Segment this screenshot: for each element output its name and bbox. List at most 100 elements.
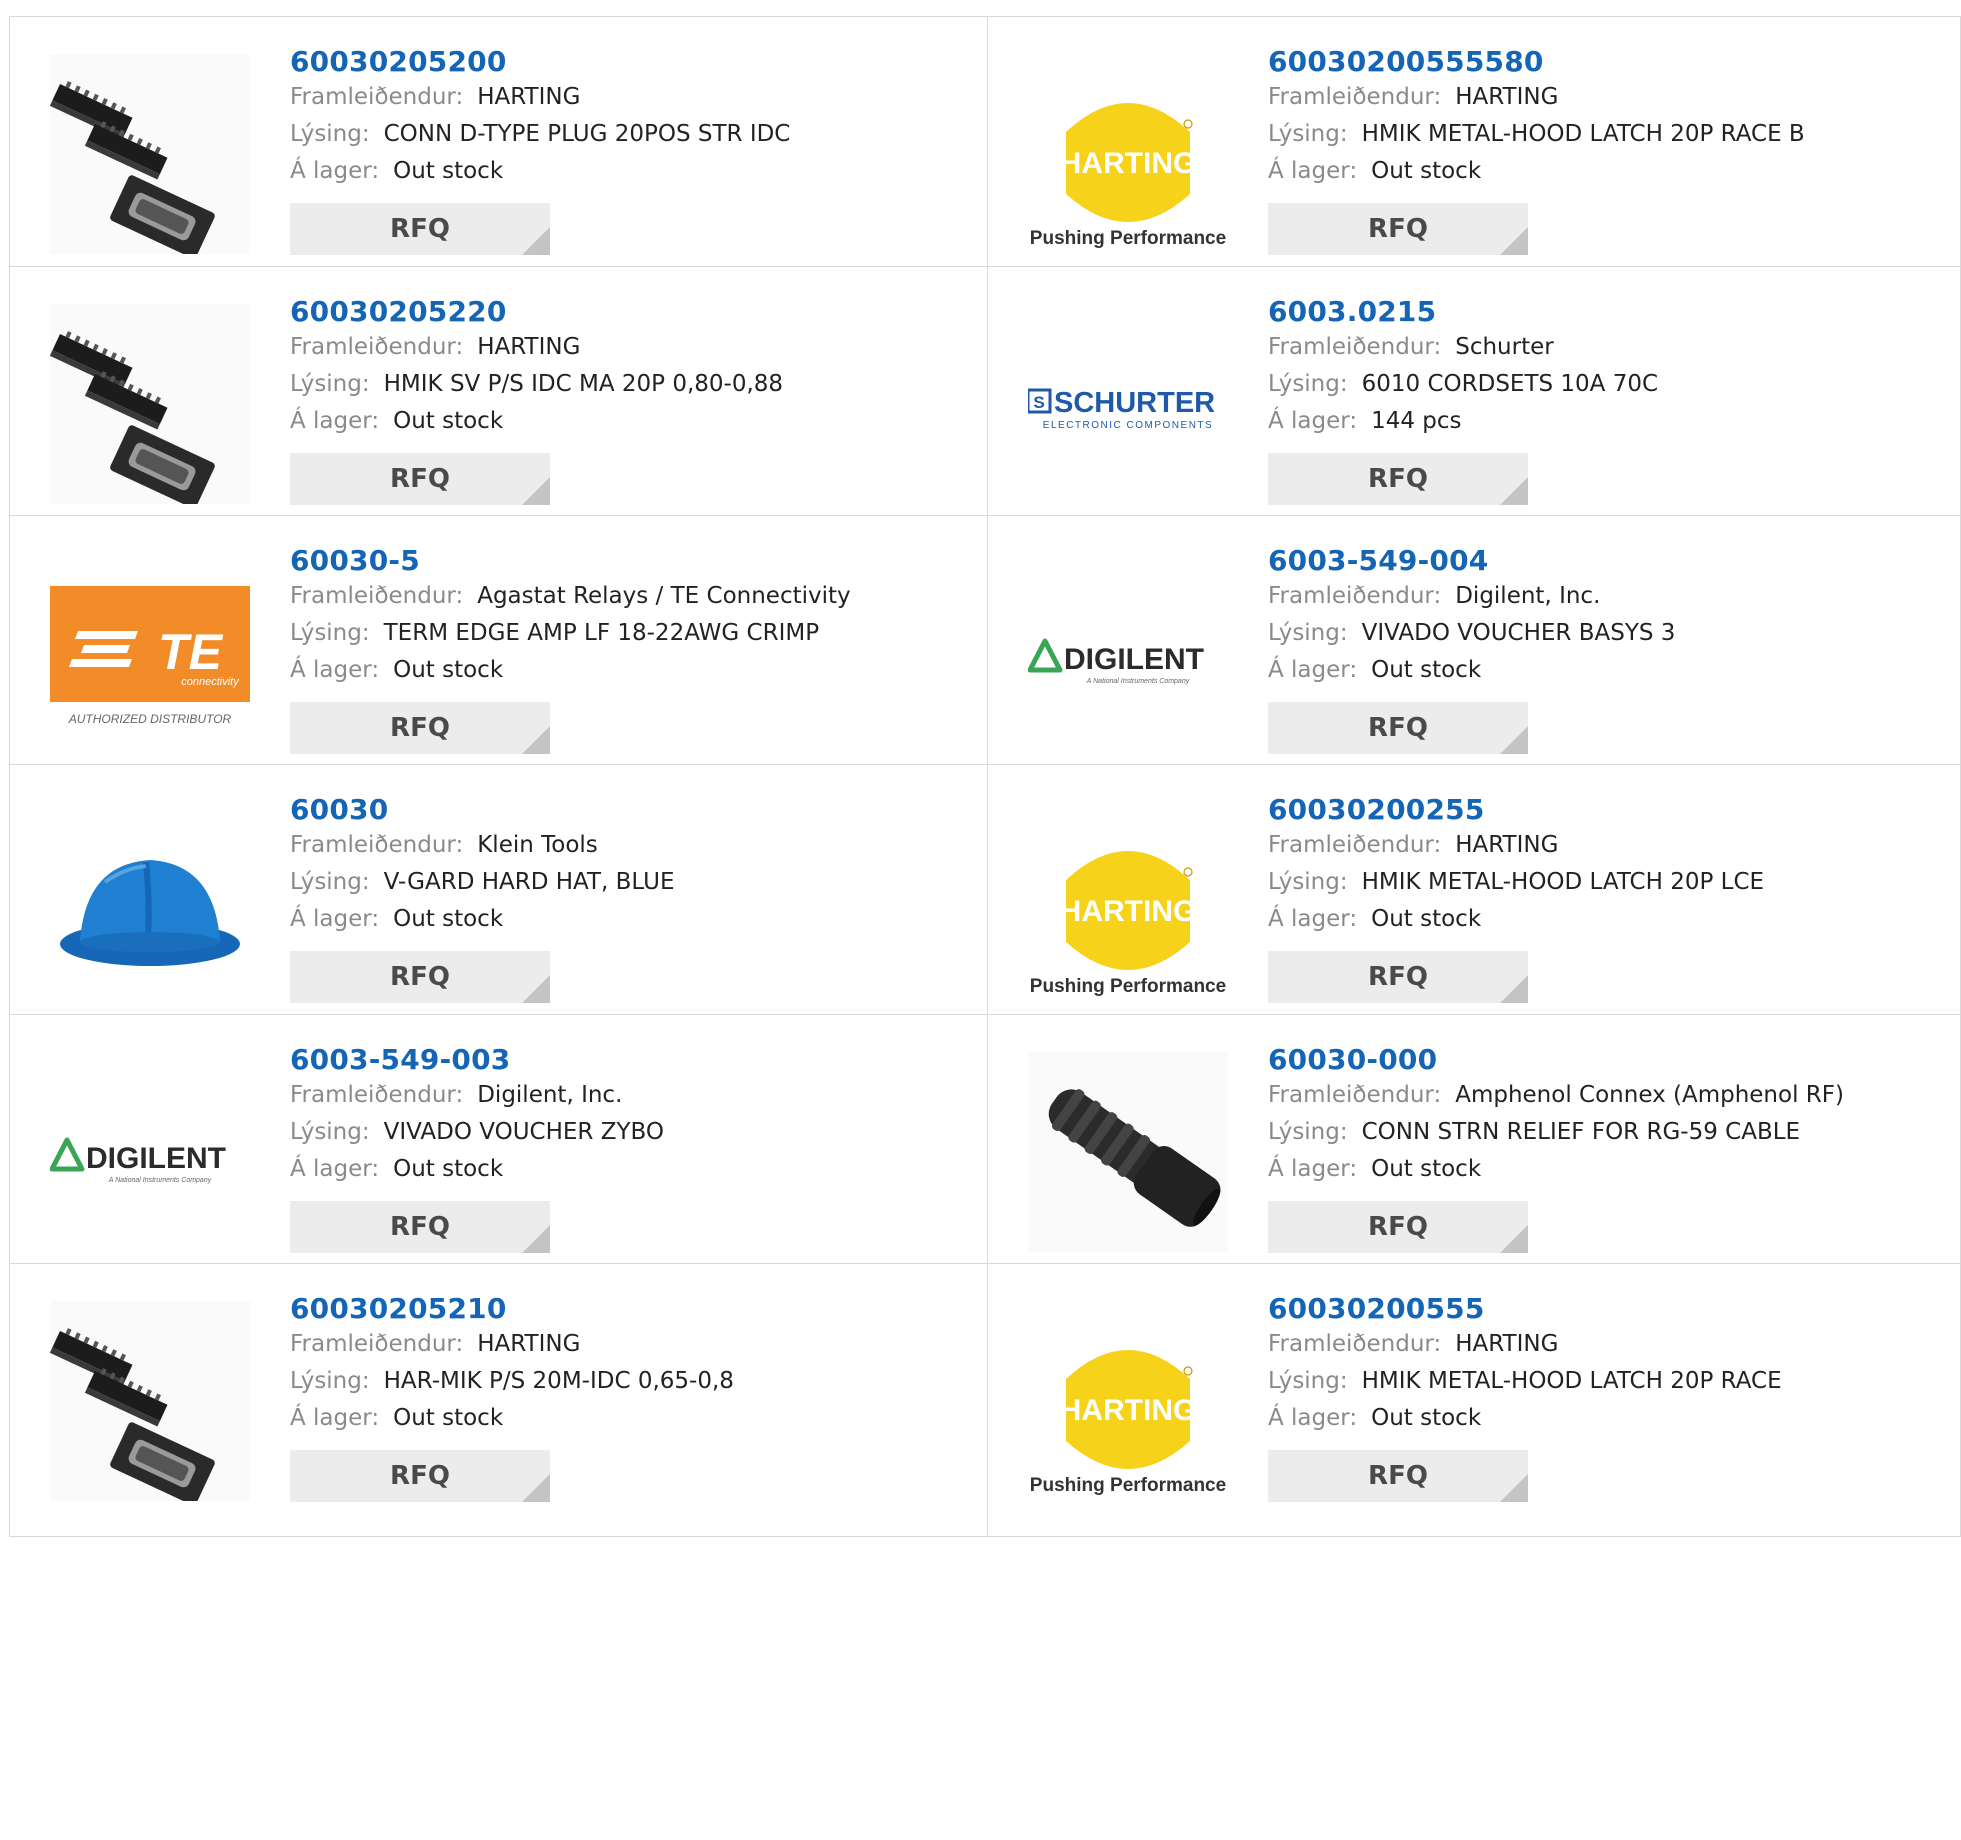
schurter-logo: S SCHURTER ELECTRONIC COMPONENTS [1028,304,1228,504]
harting-logo: HARTING Pushing Performance [1028,1301,1228,1501]
description-line: Lýsing: V-GARD HARD HAT, BLUE [290,864,674,901]
product-thumbnail[interactable]: HARTING Pushing Performance [1028,1301,1228,1501]
connector-image [50,54,250,254]
product-thumbnail[interactable]: DIGILENT A National Instruments Company [50,1052,250,1252]
product-info: 6003-549-003 Framleiðendur: Digilent, Inc… [290,1043,664,1253]
manufacturer-value: Agastat Relays / TE Connectivity [477,583,851,609]
product-card: 60030-000 Framleiðendur: Amphenol Connex … [987,1015,1960,1287]
product-thumbnail[interactable] [1028,1052,1228,1252]
product-thumbnail[interactable]: S SCHURTER ELECTRONIC COMPONENTS [1028,304,1228,504]
description-label: Lýsing: [290,1119,370,1145]
rfq-label: RFQ [390,962,450,992]
product-thumbnail[interactable] [50,1301,250,1501]
schurter-sub-text: ELECTRONIC COMPONENTS [1043,420,1213,431]
rfq-button[interactable]: RFQ [1268,1201,1528,1253]
part-number-link[interactable]: 6003-549-004 [1268,544,1675,578]
description-line: Lýsing: CONN D-TYPE PLUG 20POS STR IDC [290,116,790,153]
rfq-button[interactable]: RFQ [290,951,550,1003]
stock-value: Out stock [393,158,504,184]
description-line: Lýsing: CONN STRN RELIEF FOR RG-59 CABLE [1268,1114,1844,1151]
part-number-link[interactable]: 60030 [290,793,674,827]
hard-hat-image [50,802,250,1002]
manufacturer-label: Framleiðendur: [1268,1331,1442,1357]
description-value: HAR-MIK P/S 20M-IDC 0,65-0,8 [383,1368,734,1394]
stock-label: Á lager: [1268,1405,1358,1431]
rfq-label: RFQ [390,214,450,244]
part-number-link[interactable]: 60030205210 [290,1292,734,1326]
stock-value: Out stock [1371,1156,1482,1182]
stock-label: Á lager: [290,408,380,434]
stock-value: Out stock [393,1156,504,1182]
manufacturer-value: Schurter [1455,334,1554,360]
manufacturer-label: Framleiðendur: [1268,1082,1442,1108]
rfq-button[interactable]: RFQ [290,453,550,505]
rfq-button[interactable]: RFQ [290,203,550,255]
part-number-link[interactable]: 60030205220 [290,295,783,329]
stock-label: Á lager: [290,1156,380,1182]
digilent-logo: DIGILENT A National Instruments Company [50,1052,250,1252]
rfq-button[interactable]: RFQ [1268,951,1528,1003]
part-number-link[interactable]: 60030-000 [1268,1043,1844,1077]
product-info: 6003-549-004 Framleiðendur: Digilent, Inc… [1268,544,1675,754]
manufacturer-value: HARTING [477,84,581,110]
manufacturer-value: HARTING [1455,84,1559,110]
part-number-link[interactable]: 60030-5 [290,544,851,578]
rfq-button[interactable]: RFQ [1268,203,1528,255]
rfq-button[interactable]: RFQ [1268,1450,1528,1502]
product-thumbnail[interactable] [50,54,250,254]
manufacturer-line: Framleiðendur: HARTING [290,79,790,116]
product-info: 60030-000 Framleiðendur: Amphenol Connex … [1268,1043,1844,1253]
product-card: 60030205210 Framleiðendur: HARTING Lýsing… [10,1264,987,1536]
part-number-link[interactable]: 6003-549-003 [290,1043,664,1077]
product-row: 60030205200 Framleiðendur: HARTING Lýsing… [9,16,1961,290]
harting-tagline: Pushing Performance [1030,976,1226,997]
part-number-link[interactable]: 60030200555580 [1268,45,1805,79]
rfq-button[interactable]: RFQ [1268,453,1528,505]
description-label: Lýsing: [1268,121,1348,147]
part-number-link[interactable]: 60030200255 [1268,793,1764,827]
description-line: Lýsing: HMIK METAL-HOOD LATCH 20P LCE [1268,864,1764,901]
part-number-link[interactable]: 6003.0215 [1268,295,1658,329]
digilent-logo-text: DIGILENT [1064,643,1204,676]
part-number-link[interactable]: 60030200555 [1268,1292,1782,1326]
product-thumbnail[interactable]: DIGILENT A National Instruments Company [1028,553,1228,753]
product-row: 60030205210 Framleiðendur: HARTING Lýsing… [9,1263,1961,1537]
description-value: HMIK METAL-HOOD LATCH 20P RACE B [1361,121,1805,147]
manufacturer-line: Framleiðendur: Agastat Relays / TE Connec… [290,578,851,615]
description-line: Lýsing: HAR-MIK P/S 20M-IDC 0,65-0,8 [290,1363,734,1400]
product-thumbnail[interactable] [50,304,250,504]
connector-image [50,304,250,504]
product-row: DIGILENT A National Instruments Company … [9,1014,1961,1288]
harting-logo-text: HARTING [1060,1394,1197,1427]
description-label: Lýsing: [1268,1368,1348,1394]
corner-decoration [1500,227,1528,255]
part-number-link[interactable]: 60030205200 [290,45,790,79]
rfq-button[interactable]: RFQ [290,1201,550,1253]
product-info: 60030200255 Framleiðendur: HARTING Lýsing… [1268,793,1764,1003]
harting-logo: HARTING Pushing Performance [1028,54,1228,254]
rfq-button[interactable]: RFQ [290,1450,550,1502]
rfq-button[interactable]: RFQ [1268,702,1528,754]
description-label: Lýsing: [290,121,370,147]
product-card: DIGILENT A National Instruments Company … [10,1015,987,1287]
product-info: 6003.0215 Framleiðendur: Schurter Lýsing:… [1268,295,1658,505]
product-thumbnail[interactable]: HARTING Pushing Performance [1028,54,1228,254]
stock-label: Á lager: [1268,906,1358,932]
corner-decoration [522,477,550,505]
stock-value: Out stock [393,657,504,683]
rfq-label: RFQ [390,1461,450,1491]
stock-line: Á lager: Out stock [1268,652,1675,689]
schurter-logo-text: SCHURTER [1054,387,1215,419]
rfq-button[interactable]: RFQ [290,702,550,754]
stock-line: Á lager: Out stock [1268,1151,1844,1188]
manufacturer-line: Framleiðendur: Schurter [1268,329,1658,366]
product-thumbnail[interactable] [50,802,250,1002]
manufacturer-line: Framleiðendur: Digilent, Inc. [1268,578,1675,615]
product-thumbnail[interactable]: HARTING Pushing Performance [1028,802,1228,1002]
stock-label: Á lager: [1268,1156,1358,1182]
product-thumbnail[interactable]: TE connectivity AUTHORIZED DISTRIBUTOR [50,553,250,753]
stock-value: Out stock [1371,906,1482,932]
manufacturer-value: HARTING [1455,832,1559,858]
manufacturer-value: Digilent, Inc. [1455,583,1601,609]
description-line: Lýsing: VIVADO VOUCHER ZYBO [290,1114,664,1151]
